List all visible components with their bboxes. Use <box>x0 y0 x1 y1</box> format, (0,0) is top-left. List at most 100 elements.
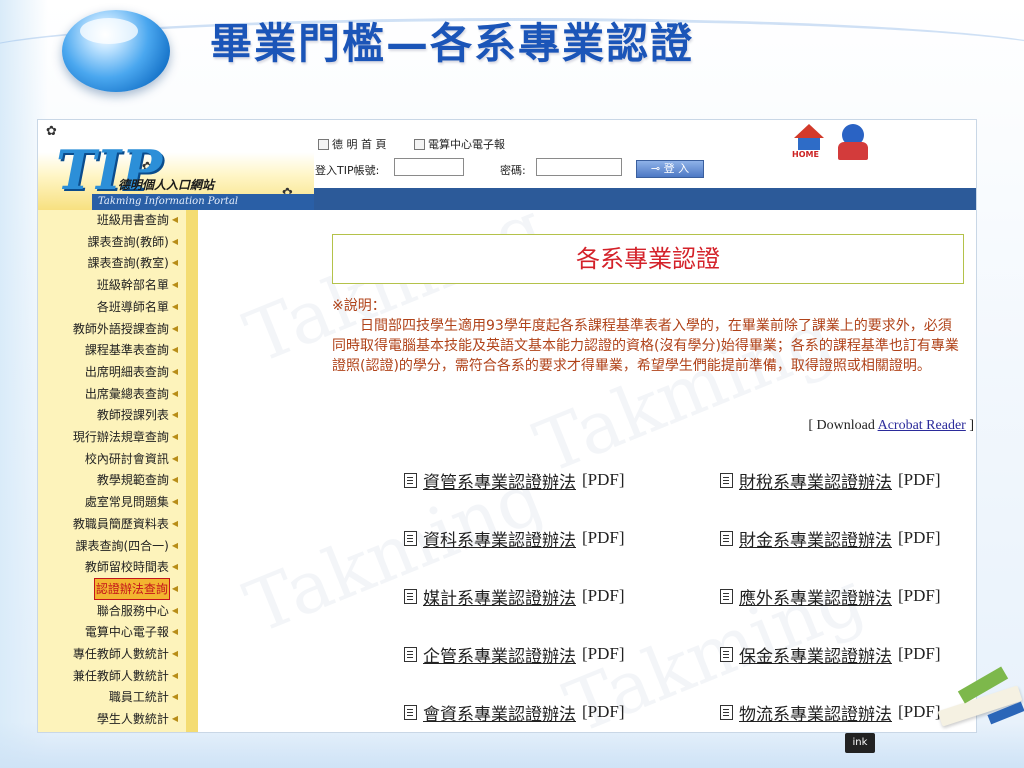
document-link[interactable]: 財稅系專業認證辦法 [PDF] <box>720 468 941 493</box>
sidebar-item-label: 教職員簡歷資料表 <box>72 516 169 531</box>
arrow-left-icon: ◀ <box>171 475 178 485</box>
document-link[interactable]: 媒計系專業認證辦法 [PDF] <box>404 584 625 609</box>
sidebar-item[interactable]: 教學規範查詢 ◀ <box>97 470 178 490</box>
sidebar-item[interactable]: 班級幹部名單 ◀ <box>97 275 178 295</box>
sidebar-item[interactable]: 電算中心電子報 ◀ <box>85 622 178 642</box>
sidebar-item[interactable]: 教師留校時間表 ◀ <box>85 557 178 577</box>
arrow-left-icon: ◀ <box>171 236 178 246</box>
document-link-label: 財金系專業認證辦法 <box>739 530 892 551</box>
arrow-left-icon: ◀ <box>171 432 178 441</box>
sidebar-item-label: 聯合服務中心 <box>96 603 169 618</box>
document-icon <box>720 472 733 488</box>
pdf-tag: [PDF] <box>582 702 625 721</box>
sidebar-item[interactable]: 教職員簡歷資料表 ◀ <box>73 514 178 534</box>
arrow-left-icon: ◀ <box>171 562 178 572</box>
sidebar-item[interactable]: 處室常見問題集 ◀ <box>85 492 178 512</box>
sidebar-item-label: 教學規範查詢 <box>96 473 169 488</box>
document-link-label: 媒計系專業認證辦法 <box>423 588 576 609</box>
arrow-left-icon: ◀ <box>171 258 178 268</box>
document-row: 會資系專業認證辦法 [PDF] 物流系專業認證辦法 [PDF] <box>198 700 976 725</box>
sidebar-item-label: 課表查詢(教師) <box>87 234 169 249</box>
document-link[interactable]: 會資系專業認證辦法 [PDF] <box>404 700 625 725</box>
account-label: 登入TIP帳號: <box>315 164 380 177</box>
arrow-left-icon: ◀ <box>171 301 178 311</box>
blue-orb-icon <box>62 10 170 92</box>
link-takming-home[interactable]: 德 明 首 頁 <box>318 136 387 152</box>
document-icon <box>720 588 733 604</box>
link-newsletter[interactable]: 電算中心電子報 <box>414 136 505 152</box>
sidebar-item-label: 兼任教師人數統計 <box>72 668 169 683</box>
document-link[interactable]: 物流系專業認證辦法 [PDF] <box>720 700 941 725</box>
note-text: 日間部四技學生適用93學年度起各系課程基準表者入學的，在畢業前除了課業上的要求外… <box>332 318 959 374</box>
sidebar-item[interactable]: 教師授課列表 ◀ <box>97 405 178 425</box>
sidebar-item[interactable]: 各班導師名單 ◀ <box>97 297 178 317</box>
document-icon <box>404 530 417 546</box>
note-label: ※說明： <box>332 298 386 314</box>
document-link-label: 保金系專業認證辦法 <box>739 646 892 667</box>
document-icon <box>404 588 417 604</box>
sidebar-item[interactable]: 出席明細表查詢 ◀ <box>85 362 178 382</box>
arrow-left-icon: ◀ <box>171 453 178 463</box>
sidebar-item-label: 教師留校時間表 <box>84 560 169 575</box>
sidebar-item[interactable]: 課表查詢(教室) ◀ <box>87 253 178 273</box>
sidebar-item-label: 課程基準表查詢 <box>84 343 169 358</box>
portal-logo[interactable]: ✿ ✿ ✿ TIP 德明個人入口網站 Takming Information P… <box>38 120 320 212</box>
sidebar-item-label: 教師授課列表 <box>96 408 169 423</box>
sidebar-item[interactable]: 認證辦法查詢 ◀ <box>93 577 178 600</box>
sidebar-item[interactable]: 現行辦法規章查詢 ◀ <box>73 427 178 447</box>
document-row: 資科系專業認證辦法 [PDF] 財金系專業認證辦法 [PDF] <box>198 526 976 551</box>
document-link[interactable]: 財金系專業認證辦法 [PDF] <box>720 526 941 551</box>
mascot-body <box>838 142 868 160</box>
arrow-left-icon: ◀ <box>171 497 178 507</box>
page-icon <box>318 138 329 150</box>
sidebar-item[interactable]: 聯合服務中心 ◀ <box>97 601 178 621</box>
pdf-tag: [PDF] <box>582 528 625 547</box>
sidebar-item-label: 職員工統計 <box>108 690 169 705</box>
mascot-icon[interactable] <box>836 122 872 162</box>
sidebar-item[interactable]: 教師外語授課查詢 ◀ <box>73 319 178 339</box>
sidebar-item[interactable]: 課表查詢(四合一) ◀ <box>75 536 178 556</box>
sidebar-item[interactable]: 班級用書查詢 ◀ <box>97 210 178 230</box>
login-button-label: 登 入 <box>663 162 690 175</box>
document-icon <box>720 530 733 546</box>
password-input[interactable] <box>536 158 622 176</box>
sidebar-item-label: 教師外語授課查詢 <box>72 321 169 336</box>
document-link[interactable]: 應外系專業認證辦法 [PDF] <box>720 584 941 609</box>
document-link[interactable]: 保金系專業認證辦法 [PDF] <box>720 642 941 667</box>
document-link[interactable]: 資科系專業認證辦法 [PDF] <box>404 526 625 551</box>
document-link-label: 財稅系專業認證辦法 <box>739 472 892 493</box>
document-link[interactable]: 企管系專業認證辦法 [PDF] <box>404 642 625 667</box>
sidebar-item[interactable]: 校內研討會資訊 ◀ <box>85 449 178 469</box>
sidebar-item[interactable]: 出席彙總表查詢 ◀ <box>85 384 178 404</box>
sidebar-item-label: 課表查詢(教室) <box>87 256 169 271</box>
sidebar-item[interactable]: 課程基準表查詢 ◀ <box>85 340 178 360</box>
acrobat-reader-link[interactable]: Acrobat Reader <box>878 418 966 433</box>
arrow-left-icon: ◀ <box>171 692 178 702</box>
pdf-tag: [PDF] <box>898 644 941 663</box>
sidebar-strip <box>186 210 198 732</box>
document-link-label: 企管系專業認證辦法 <box>423 646 576 667</box>
sidebar-item-label: 課表查詢(四合一) <box>75 538 169 553</box>
sidebar-item-label: 出席明細表查詢 <box>84 364 169 379</box>
sidebar-item[interactable]: 職員工統計 ◀ <box>109 687 178 707</box>
arrow-left-icon: ◀ <box>171 714 178 724</box>
account-input[interactable] <box>394 158 464 176</box>
home-roof <box>794 124 824 138</box>
login-button[interactable]: ⊸ 登 入 <box>636 160 704 178</box>
sidebar-item[interactable]: 兼任教師人數統計 ◀ <box>73 666 178 686</box>
password-label: 密碼: <box>500 164 526 177</box>
sidebar-item[interactable]: 學生人數統計 ◀ <box>97 709 178 729</box>
document-row: 企管系專業認證辦法 [PDF] 保金系專業認證辦法 [PDF] <box>198 642 976 667</box>
arrow-left-icon: ◀ <box>171 366 178 376</box>
sidebar-item-label: 出席彙總表查詢 <box>84 386 169 401</box>
sidebar-item[interactable]: 課表查詢(教師) ◀ <box>87 232 178 252</box>
document-link[interactable]: 資管系專業認證辦法 [PDF] <box>404 468 625 493</box>
home-icon[interactable]: HOME <box>790 124 828 159</box>
key-icon: ⊸ <box>650 162 664 175</box>
bee-icon: ✿ <box>46 124 57 139</box>
arrow-left-icon: ◀ <box>171 670 178 680</box>
sidebar-item[interactable]: 專任教師人數統計 ◀ <box>73 644 178 664</box>
sidebar-item-label: 現行辦法規章查詢 <box>72 430 169 444</box>
arrow-left-icon: ◀ <box>171 583 178 593</box>
document-link-label: 資科系專業認證辦法 <box>423 530 576 551</box>
